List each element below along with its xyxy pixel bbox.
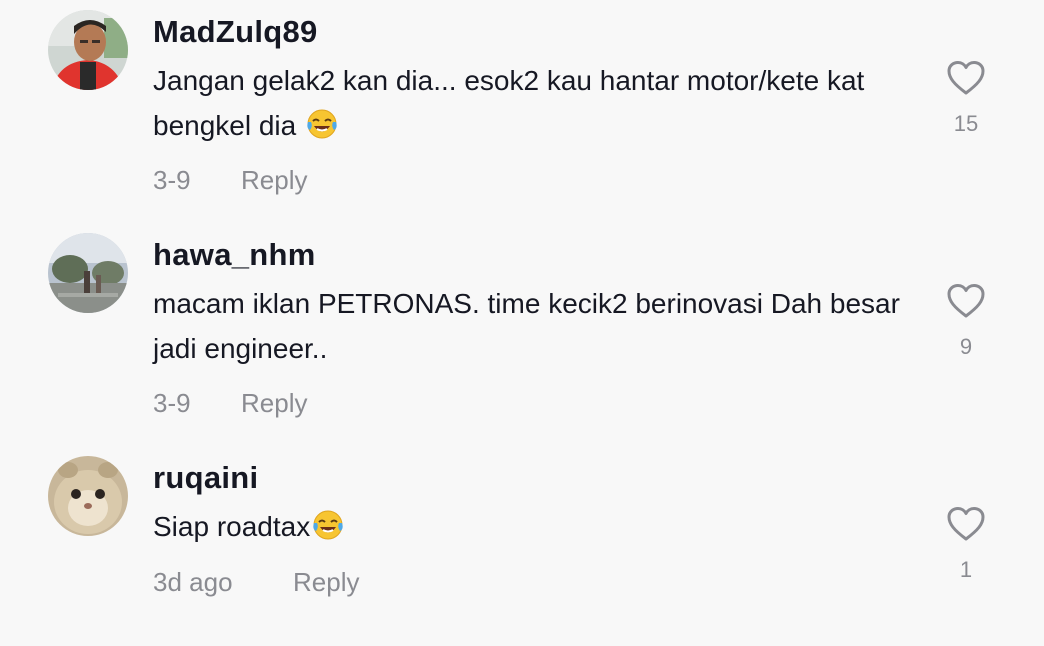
reply-button[interactable]: Reply: [241, 388, 307, 419]
like-count: 9: [959, 334, 973, 359]
like-count: 1: [959, 557, 973, 582]
comment-text: Siap roadtax: [153, 504, 923, 549]
reply-button[interactable]: Reply: [241, 165, 307, 196]
comment-meta: 3-9 Reply: [153, 165, 307, 196]
comment-item: hawa_nhm macam iklan PETRONAS. time keci…: [0, 223, 1044, 423]
avatar[interactable]: [48, 456, 128, 536]
comment-username[interactable]: MadZulq89: [153, 14, 318, 50]
comment-text: Jangan gelak2 kan dia... esok2 kau hanta…: [153, 65, 865, 141]
avatar[interactable]: [48, 10, 128, 90]
comment-date: 3-9: [153, 165, 191, 195]
comment-meta: 3d ago Reply: [153, 567, 359, 598]
comment-username[interactable]: hawa_nhm: [153, 237, 316, 273]
comment-date: 3-9: [153, 388, 191, 418]
comment-item: ruqaini Siap roadtax 3d ago Reply 1: [0, 446, 1044, 646]
face-with-tears-of-joy-icon: [312, 509, 344, 541]
comment-date: 3d ago: [153, 567, 233, 597]
like-count: 15: [953, 111, 979, 136]
heart-outline-icon[interactable]: [946, 506, 986, 542]
face-with-tears-of-joy-icon: [306, 108, 338, 140]
avatar[interactable]: [48, 233, 128, 313]
comment-meta: 3-9 Reply: [153, 388, 307, 419]
heart-outline-icon[interactable]: [946, 283, 986, 319]
comment-username[interactable]: ruqaini: [153, 460, 258, 496]
reply-button[interactable]: Reply: [293, 567, 359, 598]
heart-outline-icon[interactable]: [946, 60, 986, 96]
comment-item: MadZulq89 Jangan gelak2 kan dia... esok2…: [0, 0, 1044, 200]
comment-text: macam iklan PETRONAS. time kecik2 berino…: [153, 288, 900, 364]
